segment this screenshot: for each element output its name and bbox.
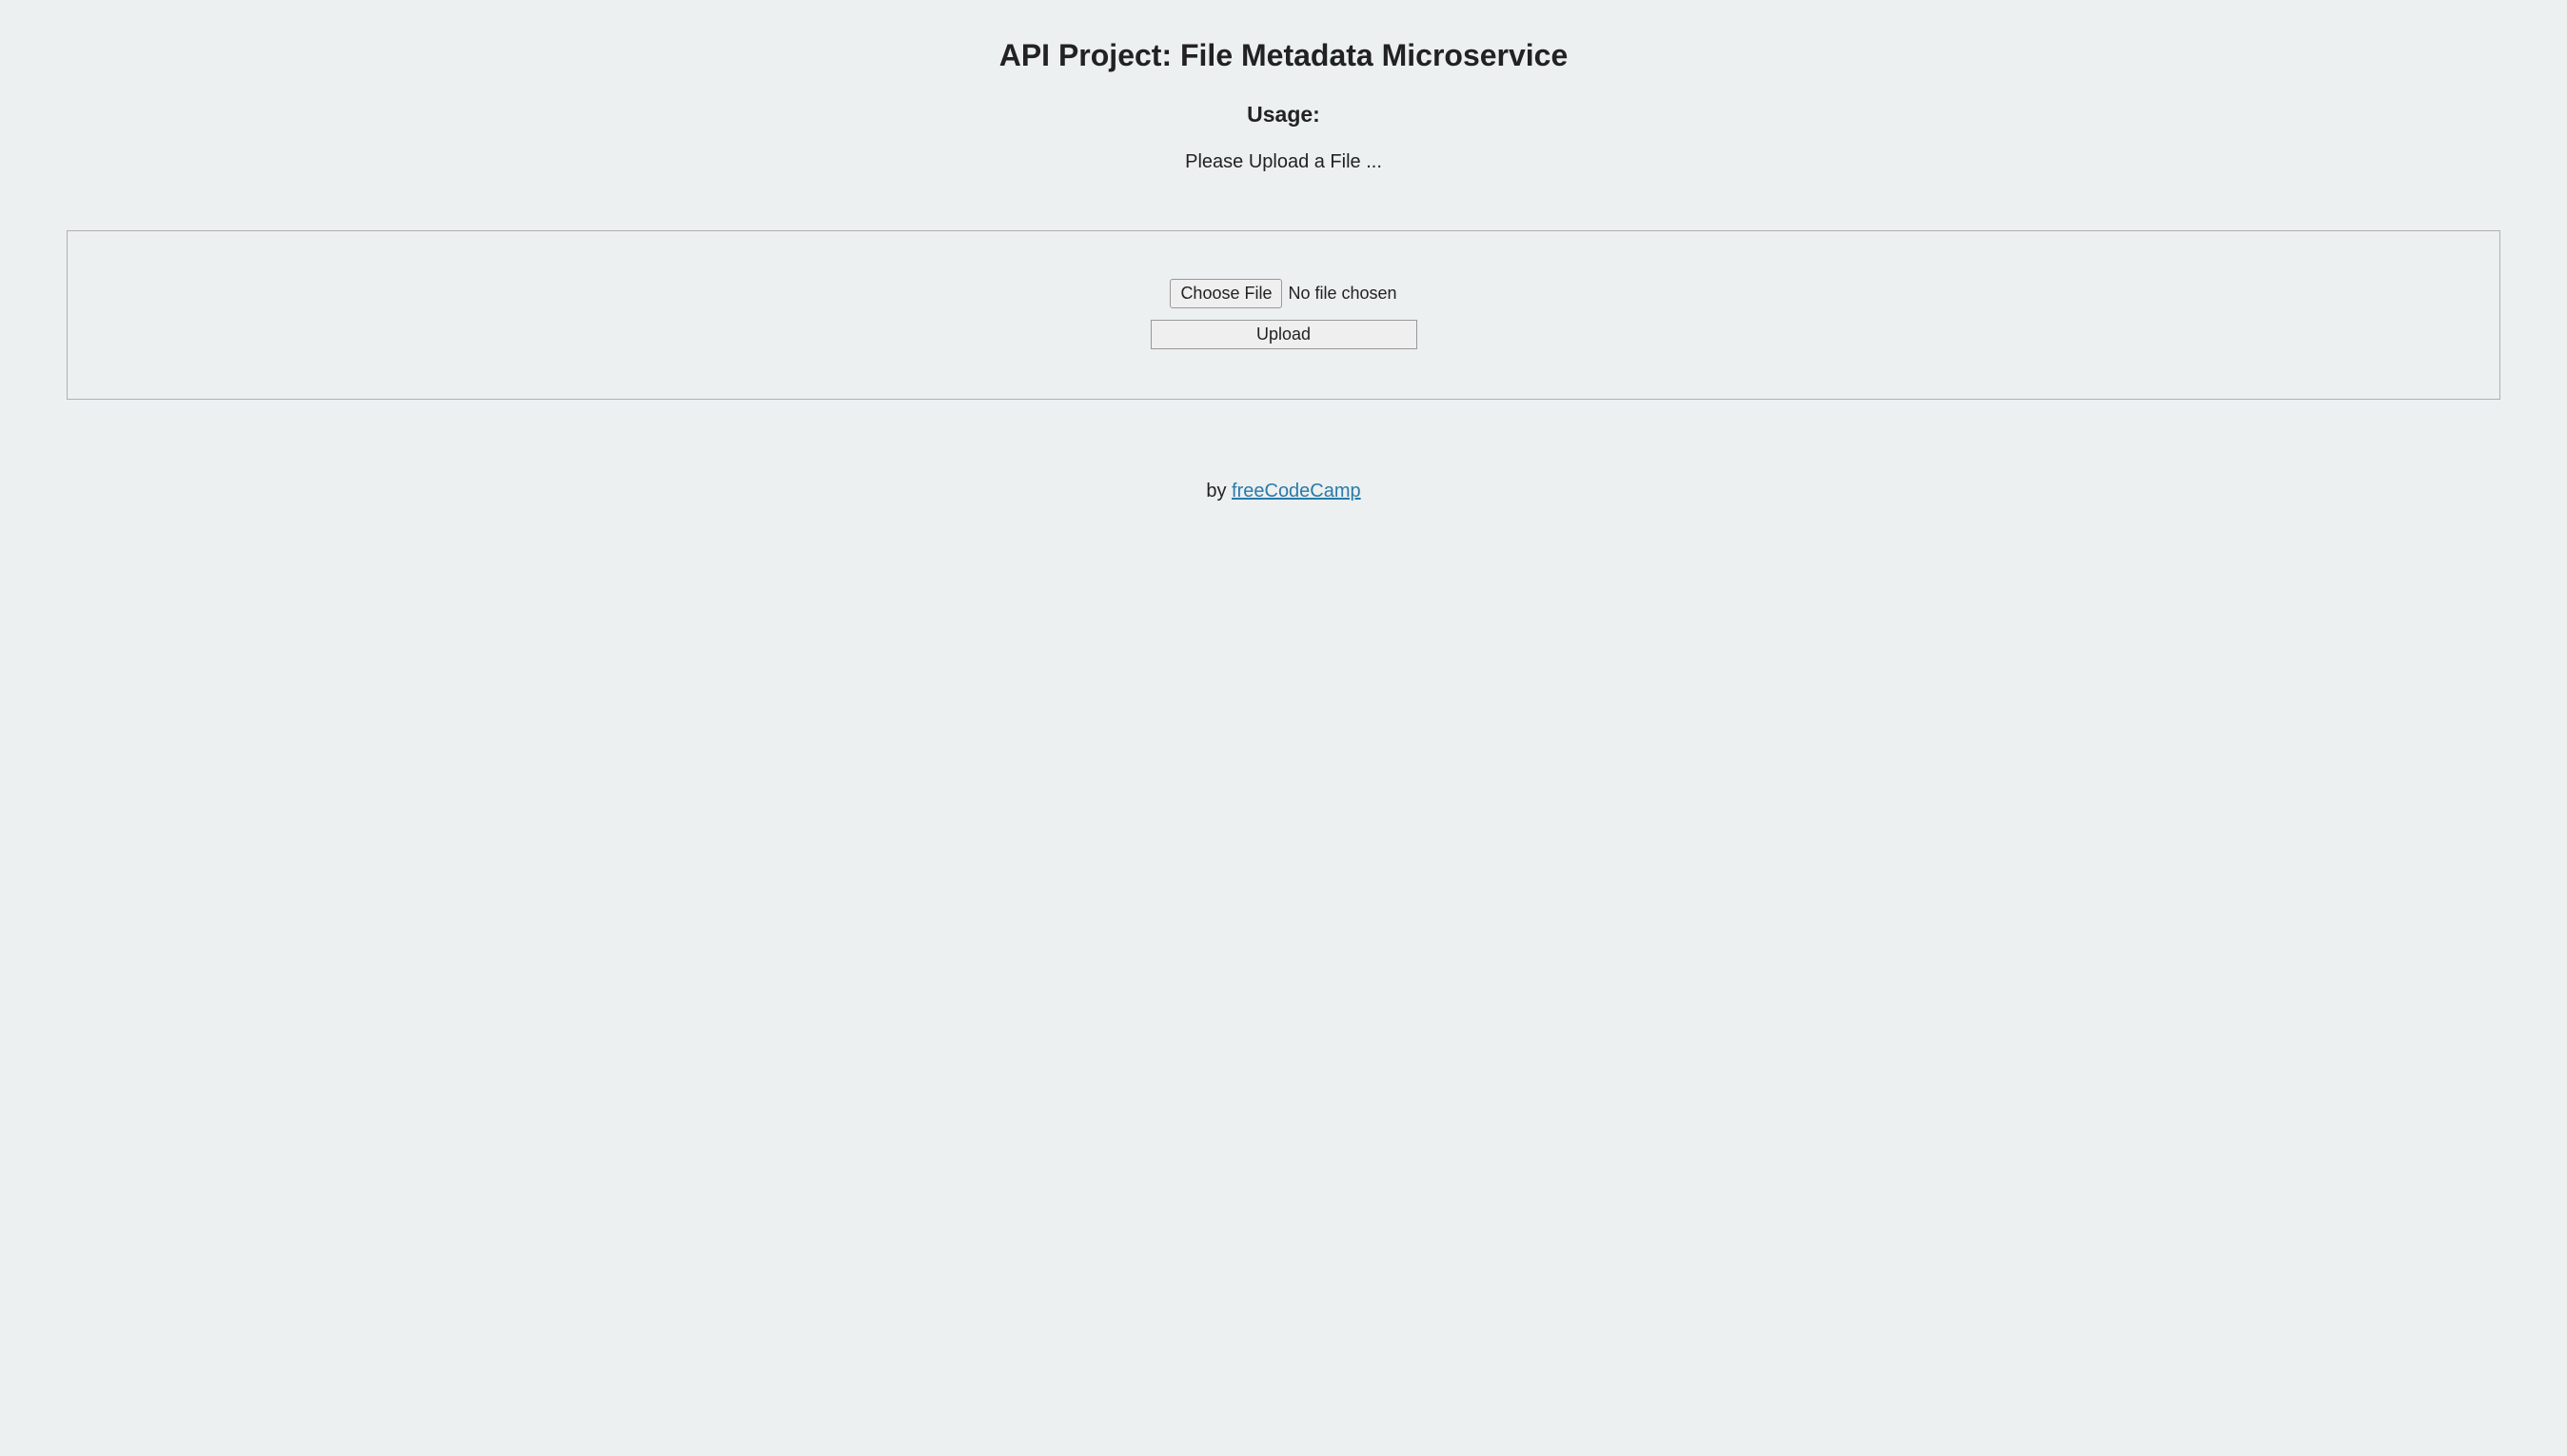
upload-form-box: Choose File No file chosen Upload bbox=[67, 230, 2500, 400]
footer-by-text: by bbox=[1206, 481, 1232, 502]
usage-heading: Usage: bbox=[0, 102, 2567, 128]
footer-link[interactable]: freeCodeCamp bbox=[1232, 481, 1361, 502]
upload-button[interactable]: Upload bbox=[1151, 320, 1417, 349]
page-title: API Project: File Metadata Microservice bbox=[0, 38, 2567, 73]
instruction-text: Please Upload a File ... bbox=[0, 151, 2567, 173]
footer: by freeCodeCamp bbox=[0, 481, 2567, 502]
file-input-wrapper: Choose File No file chosen bbox=[1170, 279, 1396, 308]
choose-file-button[interactable]: Choose File bbox=[1170, 279, 1282, 308]
file-status-text: No file chosen bbox=[1288, 284, 1396, 304]
